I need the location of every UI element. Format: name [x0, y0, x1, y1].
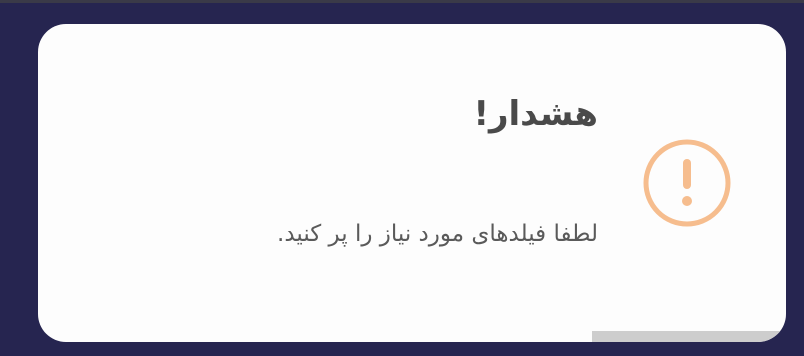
- window-top-edge: [0, 0, 804, 3]
- progress-bar-fill: [591, 331, 786, 342]
- exclamation-circle-icon: [642, 138, 732, 228]
- alert-message: لطفا فیلدهای مورد نیاز را پر کنید.: [277, 221, 598, 247]
- warning-alert-dialog: هشدار! لطفا فیلدهای مورد نیاز را پر کنید…: [38, 24, 786, 342]
- alert-title: هشدار!: [473, 94, 598, 134]
- auto-dismiss-progress: [38, 331, 786, 342]
